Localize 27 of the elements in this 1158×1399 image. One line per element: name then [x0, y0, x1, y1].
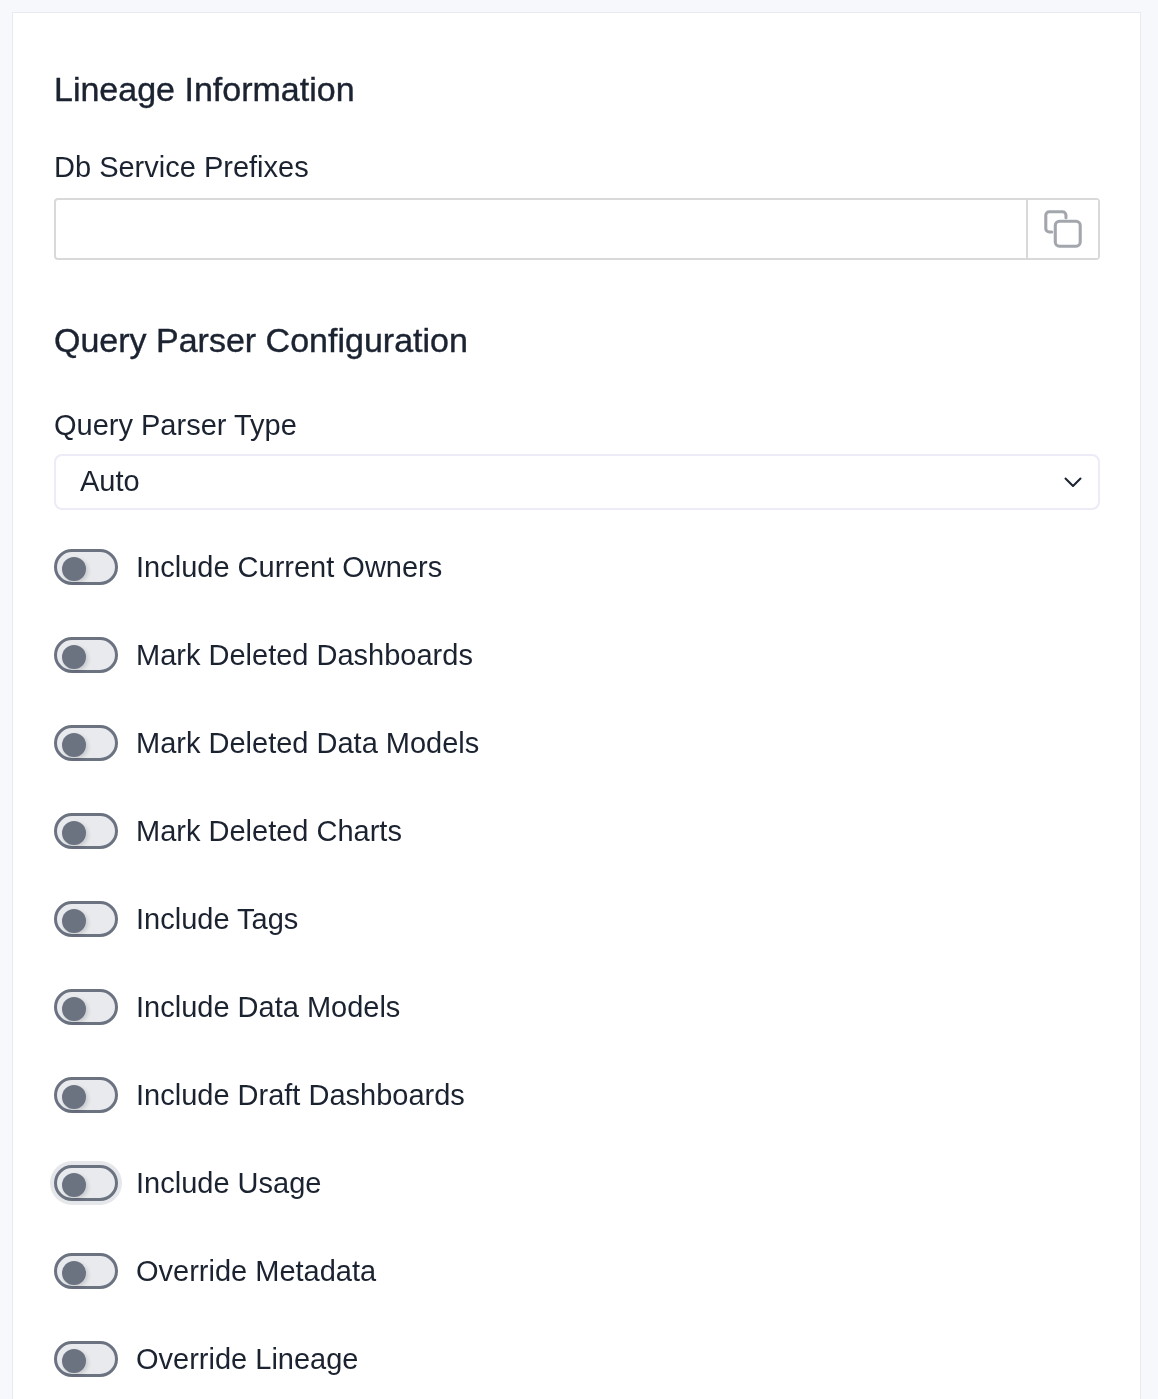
toggle-switch[interactable] [54, 1253, 118, 1289]
toggle-switch[interactable] [54, 813, 118, 849]
toggle-label: Override Lineage [136, 1343, 359, 1375]
copy-icon [1044, 210, 1082, 248]
toggle-switch[interactable] [54, 1341, 118, 1377]
section-heading: Lineage Information [54, 71, 356, 108]
toggle-switch[interactable] [54, 901, 118, 937]
toggle-label: Include Data Models [136, 991, 401, 1023]
toggle-label: Override Metadata [136, 1255, 377, 1287]
toggle-switch[interactable] [54, 549, 118, 585]
field-label: Db Service Prefixes [54, 151, 310, 183]
toggle-label: Include Current Owners [136, 551, 443, 583]
toggle-switch[interactable] [54, 989, 118, 1025]
toggle-label: Include Tags [136, 903, 299, 935]
toggle-switch[interactable] [54, 1077, 118, 1113]
toggle-label: Include Usage [136, 1167, 322, 1199]
toggle-switch[interactable] [54, 637, 118, 673]
toggle-label: Include Draft Dashboards [136, 1079, 465, 1111]
section-heading: Query Parser Configuration [54, 322, 469, 359]
toggle-label: Mark Deleted Dashboards [136, 639, 473, 671]
toggle-switch[interactable] [54, 725, 118, 761]
field-label: Query Parser Type [54, 409, 298, 441]
toggle-label: Mark Deleted Data Models [136, 727, 480, 759]
input-field[interactable] [54, 198, 1100, 260]
toggle-label: Mark Deleted Charts [136, 815, 402, 847]
chevron-down-icon [1064, 476, 1082, 488]
select-field[interactable]: Auto [54, 454, 1100, 510]
